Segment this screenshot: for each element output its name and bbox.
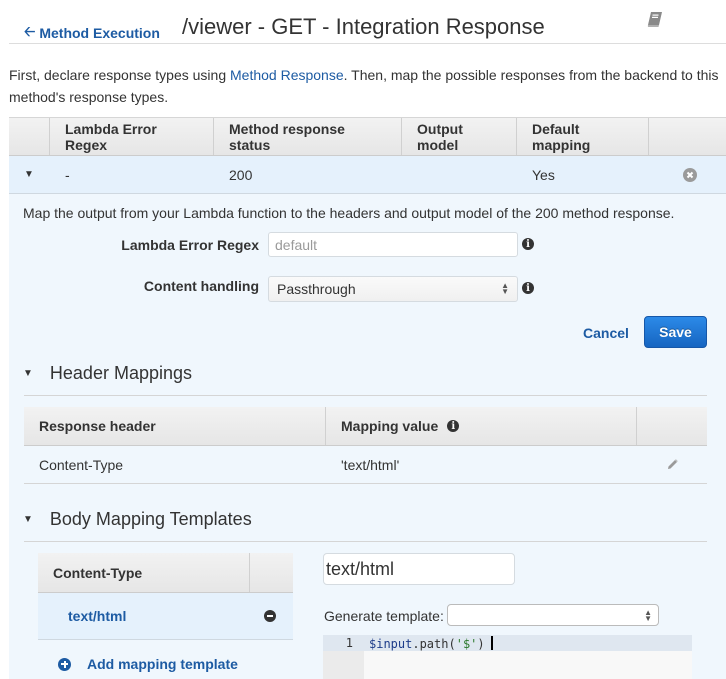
content-handling-label: Content handling [143,278,259,294]
edit-cell [637,458,707,471]
column-header-output-model: Output model [402,118,517,155]
book-icon[interactable] [645,10,665,30]
response-detail-panel: Map the output from your Lambda function… [9,194,726,679]
column-header-method-response-status: Method response status [214,118,402,155]
detail-description: Map the output from your Lambda function… [23,205,675,221]
divider [24,541,707,542]
text-cursor [490,636,493,650]
pencil-icon[interactable] [666,458,679,471]
table-row: Content-Type 'text/html' [24,446,707,484]
header-mappings-toggle[interactable]: ▼ Header Mappings [23,363,192,384]
page-header: 🡠 Method Execution /viewer - GET - Integ… [9,0,726,44]
column-header-actions [637,407,707,445]
content-type-input[interactable] [323,553,515,585]
column-header-lambda-error-regex: Lambda Error Regex [50,118,214,155]
code-line[interactable]: $input.path('$') [369,636,493,651]
select-arrows-icon: ▲ ▼ [501,281,509,296]
back-link-label: Method Execution [39,25,160,41]
select-arrows-icon: ▲ ▼ [644,608,652,623]
content-type-row[interactable]: text/html [38,593,293,640]
table-header: Lambda Error Regex Method response statu… [9,117,726,156]
line-number: 1 [345,636,353,650]
add-mapping-template-label: Add mapping template [87,656,238,672]
triangle-down-icon: ▼ [23,514,33,525]
remove-circle-icon[interactable] [264,610,276,622]
template-code-editor[interactable]: 1 $input.path('$') [323,635,692,679]
header-mappings-table: Response header Mapping value i Content-… [24,407,707,484]
cell-mapping-value: 'text/html' [341,456,400,473]
cell-lambda-error-regex: - [65,166,70,183]
generate-template-select[interactable]: ▲ ▼ [447,604,659,626]
info-icon[interactable]: i [447,420,460,432]
content-handling-value: Passthrough [277,281,356,297]
integration-response-table: Lambda Error Regex Method response statu… [9,117,726,194]
column-header-toggle [9,118,50,155]
page-title: /viewer - GET - Integration Response [182,14,545,39]
content-type-table: Content-Type text/html [38,553,293,640]
lambda-error-regex-input[interactable] [268,232,518,257]
arrow-left-icon: 🡠 [24,23,36,39]
info-icon[interactable]: i [522,282,534,294]
add-mapping-template-link[interactable]: Add mapping template [58,656,238,672]
expand-toggle[interactable]: ▼ [9,156,50,193]
intro-text: First, declare response types using Meth… [9,67,719,105]
cell-status: 200 [229,166,253,183]
remove-circle-icon[interactable] [683,167,697,182]
column-header-content-type: Content-Type [38,553,250,592]
triangle-down-icon: ▼ [23,368,33,379]
method-response-link[interactable]: Method Response [230,67,344,83]
cell-output-model [402,156,517,193]
section-title-body-mapping-templates: Body Mapping Templates [49,509,252,529]
content-handling-select[interactable]: Passthrough ▲ ▼ [268,276,518,302]
column-header-mapping-value: Mapping value i [326,407,637,445]
section-title-header-mappings: Header Mappings [49,363,192,383]
back-to-method-execution-link[interactable]: 🡠 Method Execution [24,21,160,45]
cancel-button[interactable]: Cancel [583,325,629,341]
divider [24,395,707,396]
generate-template-label: Generate template: [324,608,444,624]
content-type-link[interactable]: text/html [38,608,250,624]
info-icon[interactable]: i [522,238,534,250]
column-header-actions [250,553,293,592]
cell-default-mapping: Yes [532,166,555,183]
table-header: Response header Mapping value i [24,407,707,446]
save-button[interactable]: Save [644,316,707,348]
table-row[interactable]: ▼ - 200 Yes [9,156,726,194]
lambda-error-regex-label: Lambda Error Regex [121,237,259,253]
cell-response-header: Content-Type [39,456,124,473]
plus-circle-icon [58,657,71,671]
column-header-default-mapping: Default mapping [517,118,649,155]
table-header: Content-Type [38,553,293,593]
delete-cell [649,156,726,193]
triangle-down-icon: ▼ [24,169,34,180]
column-header-actions [649,118,726,155]
body-mapping-templates-toggle[interactable]: ▼ Body Mapping Templates [23,509,252,530]
column-header-response-header: Response header [24,407,326,445]
